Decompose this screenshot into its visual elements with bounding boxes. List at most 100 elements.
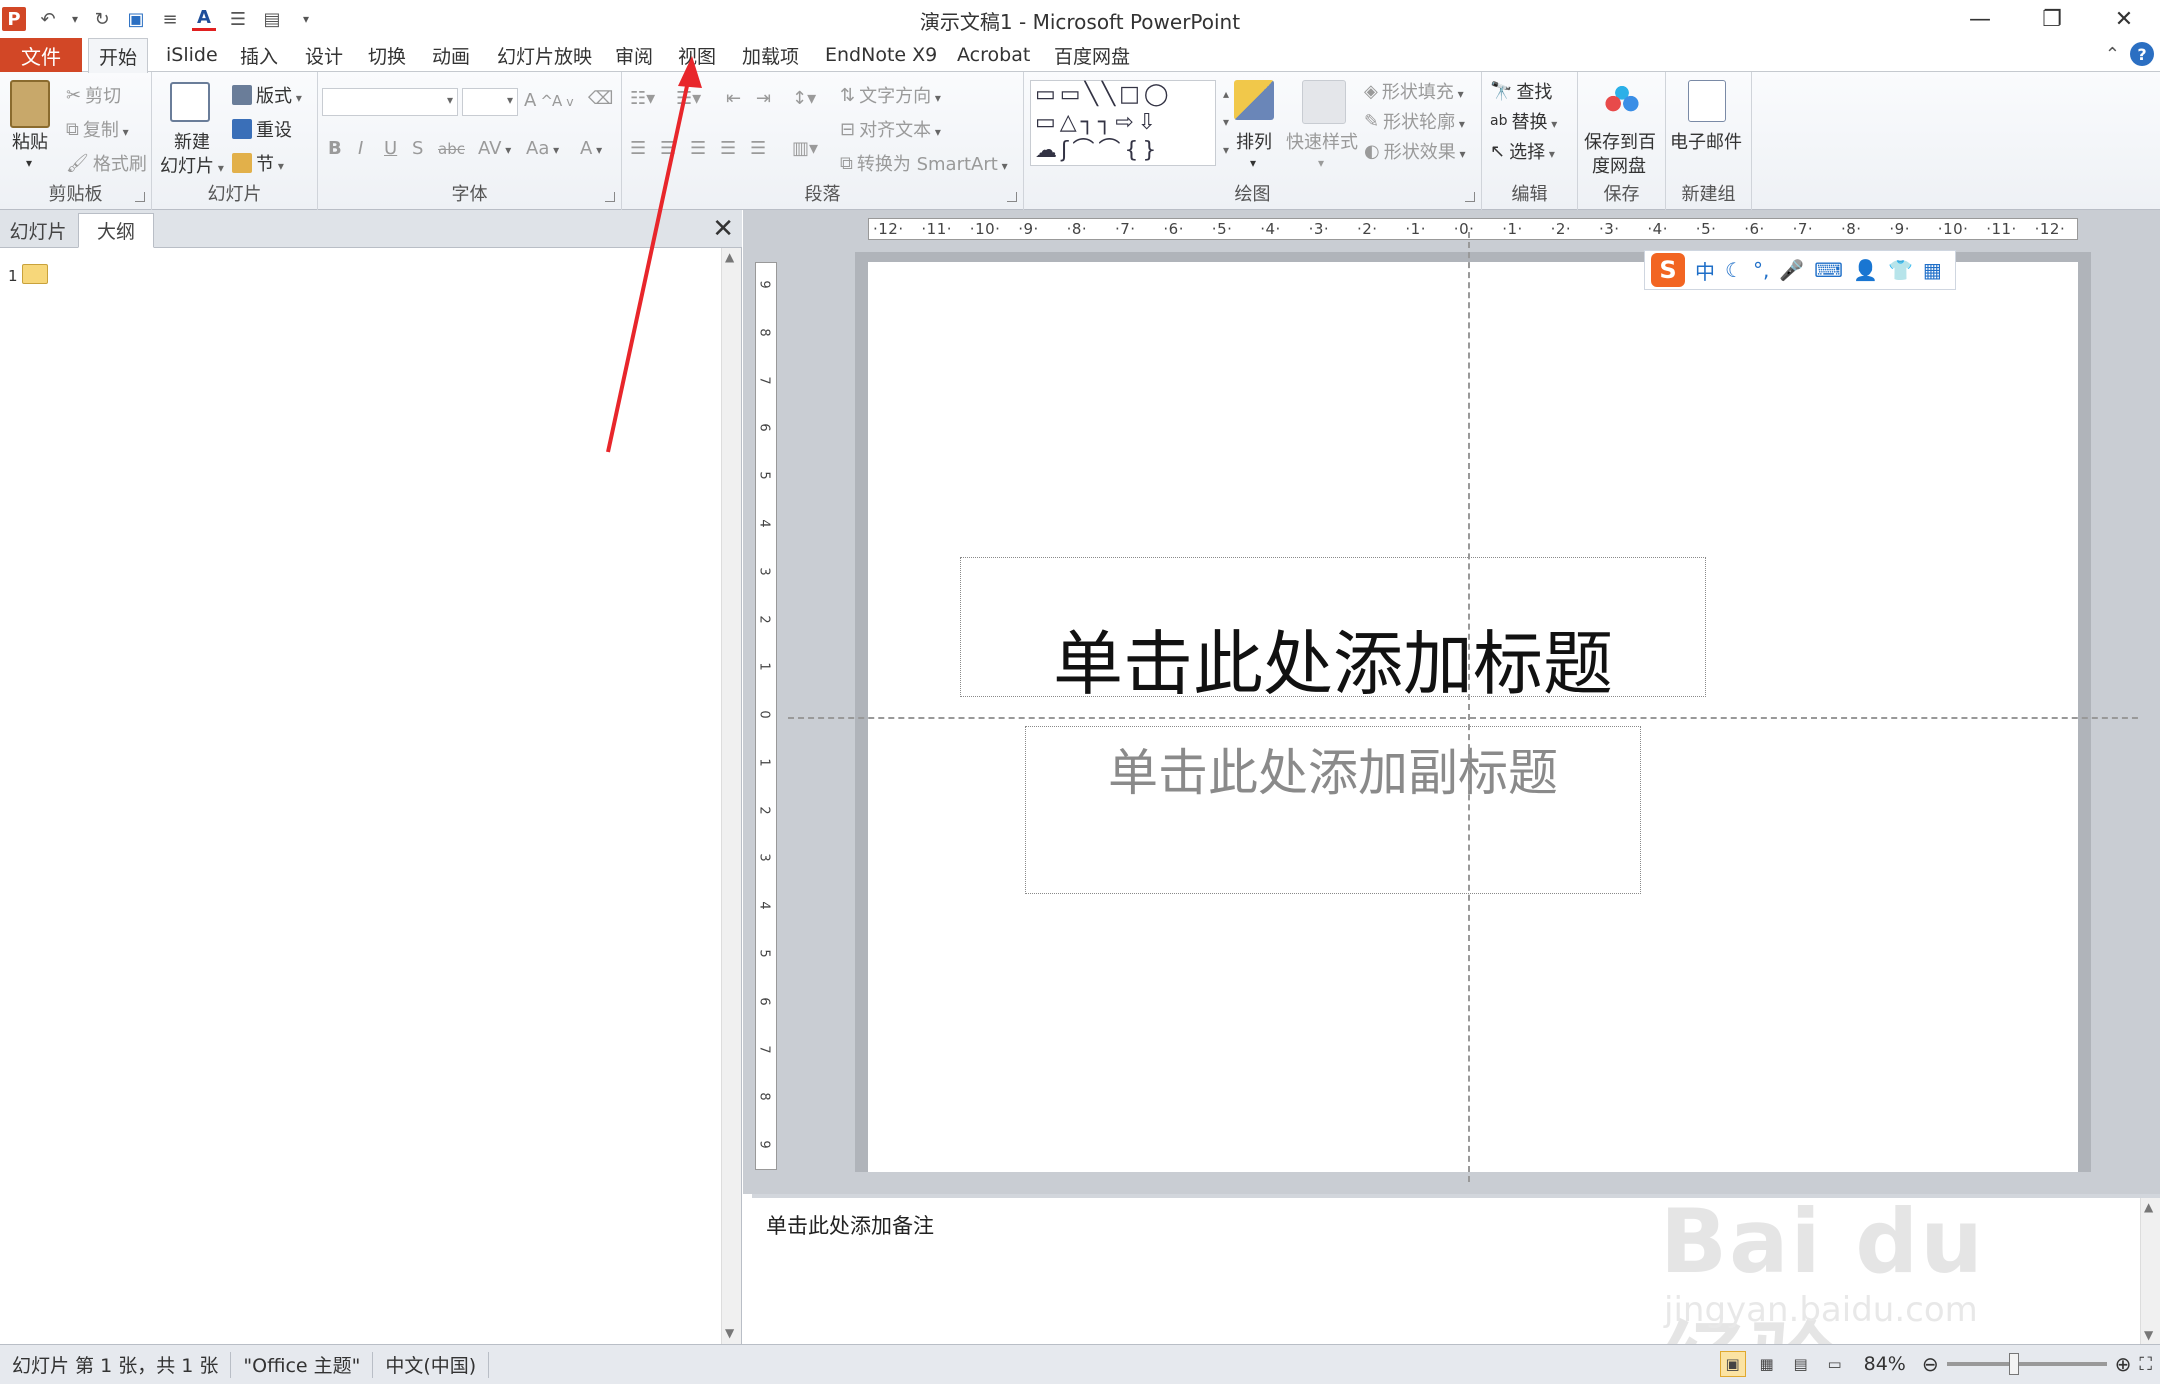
shape-effects-button[interactable]: ◐ 形状效果 [1364, 138, 1466, 164]
slideshow-icon[interactable]: ▤ [260, 7, 284, 31]
tab-addins[interactable]: 加载项 [742, 38, 799, 72]
customize-qat-icon[interactable]: ▾ [294, 7, 318, 31]
text-shadow-button[interactable]: S [412, 138, 423, 159]
font-size-select[interactable]: ▾ [462, 88, 518, 116]
save-baidu-button-2[interactable]: 度网盘 [1592, 152, 1646, 178]
baidu-cloud-icon[interactable] [1600, 82, 1644, 118]
outline-scrollbar[interactable]: ▲ ▼ [721, 248, 741, 1344]
grow-font-button[interactable]: A ^ [524, 90, 553, 111]
line-spacing-icon[interactable]: ↕▾ [792, 88, 816, 109]
font-launcher-icon[interactable] [605, 192, 615, 202]
italic-button[interactable]: I [358, 138, 363, 159]
email-button[interactable]: 电子邮件 [1670, 128, 1742, 154]
arrange-dropdown-icon[interactable]: ▾ [1250, 156, 1256, 170]
change-case-button[interactable]: Aa [526, 138, 559, 159]
ime-user-icon[interactable]: 👤 [1853, 258, 1878, 282]
shape-outline-button[interactable]: ✎ 形状轮廓 [1364, 108, 1465, 134]
format-painter-button[interactable]: 🖌 格式刷 [66, 150, 147, 176]
arrange-button[interactable]: 排列 [1236, 128, 1272, 154]
status-language[interactable]: 中文(中国) [373, 1351, 490, 1378]
shapes-gallery-scroll[interactable]: ▴ ▾ ▾ [1218, 80, 1234, 166]
zoom-level[interactable]: 84% [1864, 1353, 1906, 1375]
new-slide-dropdown[interactable]: 幻灯片 [160, 152, 224, 178]
quick-styles-icon[interactable] [1302, 80, 1346, 124]
normal-view-icon[interactable]: ▣ [1719, 1351, 1746, 1377]
quick-styles-button[interactable]: 快速样式 [1286, 128, 1358, 154]
restore-icon[interactable]: ❐ [2016, 0, 2088, 38]
minimize-icon[interactable]: — [1944, 0, 2016, 38]
drawing-launcher-icon[interactable] [1465, 192, 1475, 202]
ime-punctuation-icon[interactable]: °, [1753, 258, 1769, 282]
replace-button[interactable]: ab 替换 [1490, 108, 1557, 134]
ime-keyboard-icon[interactable]: ⌨ [1814, 258, 1843, 282]
align-left-icon[interactable]: ☰ [630, 138, 646, 159]
align-center-para-icon[interactable]: ☰ [660, 138, 676, 159]
font-color-icon[interactable]: A [192, 7, 216, 31]
find-button[interactable]: 🔭 查找 [1490, 78, 1552, 104]
tab-acrobat[interactable]: Acrobat [957, 38, 1030, 72]
zoom-slider-knob[interactable] [2008, 1353, 2019, 1375]
new-slide-icon[interactable] [170, 82, 210, 122]
slide-sorter-icon[interactable]: ▦ [1754, 1351, 1780, 1377]
tab-endnote[interactable]: EndNote X9 [825, 38, 937, 72]
tab-slides-panel[interactable]: 幻灯片 [0, 213, 76, 248]
arrange-icon[interactable] [1234, 80, 1274, 120]
sogou-ime-toolbar[interactable]: S 中 ☾ °, 🎤 ⌨ 👤 👕 ▦ [1644, 250, 1956, 290]
tab-design[interactable]: 设计 [305, 38, 343, 72]
tab-islide[interactable]: iSlide [166, 38, 218, 72]
collapse-ribbon-icon[interactable]: ⌃ [2105, 44, 2120, 65]
slide-canvas[interactable]: 单击此处添加标题 单击此处添加副标题 [788, 232, 2158, 1182]
status-theme[interactable]: "Office 主题" [231, 1351, 374, 1378]
shapes-gallery[interactable]: ▭▭╲╲□◯ ▭△┐┐⇨⇩ ☁ʃ⌒⌒{} [1030, 80, 1216, 166]
save-baidu-button[interactable]: 保存到百 [1584, 128, 1656, 154]
tab-home[interactable]: 开始 [88, 38, 149, 73]
tab-outline-panel[interactable]: 大纲 [78, 213, 154, 248]
shape-fill-button[interactable]: ◈ 形状填充 [1364, 78, 1464, 104]
powerpoint-logo-icon[interactable]: P [2, 7, 26, 31]
font-color-button[interactable]: A [580, 138, 602, 159]
ime-skin-icon[interactable]: 👕 [1888, 258, 1913, 282]
notes-scroll-down-icon[interactable]: ▼ [2144, 1328, 2153, 1342]
char-spacing-button[interactable]: AV [478, 138, 511, 159]
tab-review[interactable]: 审阅 [615, 38, 653, 72]
fit-slide-icon[interactable]: ⛶ [2139, 1354, 2152, 1375]
align-icon[interactable]: ☰ [226, 7, 250, 31]
clipboard-launcher-icon[interactable] [135, 192, 145, 202]
bullets-icon[interactable]: ☷▾ [630, 88, 655, 109]
tab-animations[interactable]: 动画 [432, 38, 470, 72]
new-slide-button[interactable]: 新建 [174, 128, 210, 154]
undo-dropdown-icon[interactable]: ▾ [70, 7, 80, 31]
shrink-font-button[interactable]: Av [552, 92, 574, 110]
paste-dropdown-icon[interactable]: ▾ [26, 156, 32, 170]
tab-slideshow[interactable]: 幻灯片放映 [497, 38, 592, 72]
notes-scrollbar[interactable]: ▲ ▼ [2140, 1198, 2160, 1344]
select-button[interactable]: ↖ 选择 [1490, 138, 1555, 164]
tab-file[interactable]: 文件 [0, 38, 82, 72]
paste-icon[interactable] [10, 80, 50, 128]
outline-slide-icon[interactable] [22, 264, 48, 284]
title-placeholder[interactable]: 单击此处添加标题 [960, 557, 1706, 705]
scroll-down-icon[interactable]: ▼ [725, 1326, 734, 1340]
subtitle-placeholder[interactable]: 单击此处添加副标题 [1025, 726, 1641, 894]
zoom-out-icon[interactable]: ⊖ [1922, 1352, 1939, 1376]
insert-picture-icon[interactable]: ▣ [124, 7, 148, 31]
ime-mic-icon[interactable]: 🎤 [1779, 258, 1804, 282]
zoom-slider[interactable] [1946, 1353, 2107, 1375]
tab-view[interactable]: 视图 [678, 38, 716, 72]
scroll-up-icon[interactable]: ▲ [725, 250, 734, 264]
redo-icon[interactable]: ↻ [90, 7, 114, 31]
ime-toolbox-icon[interactable]: ▦ [1923, 258, 1942, 282]
bold-button[interactable]: B [328, 138, 342, 159]
text-direction-button[interactable]: ⇅ 文字方向 [840, 82, 941, 108]
font-family-select[interactable]: ▾ [322, 88, 458, 116]
zoom-in-icon[interactable]: ⊕ [2115, 1352, 2132, 1376]
tab-insert[interactable]: 插入 [240, 38, 278, 72]
close-icon[interactable]: ✕ [2088, 0, 2160, 38]
notes-placeholder[interactable]: 单击此处添加备注 [766, 1210, 934, 1240]
quick-styles-dropdown-icon[interactable]: ▾ [1318, 156, 1324, 170]
reading-view-icon[interactable]: ▤ [1788, 1351, 1814, 1377]
columns-icon[interactable]: ▥▾ [792, 138, 818, 159]
tab-baidu-netdisk[interactable]: 百度网盘 [1054, 38, 1130, 72]
ime-moon-icon[interactable]: ☾ [1725, 258, 1743, 282]
section-button[interactable]: 节 [232, 150, 284, 176]
